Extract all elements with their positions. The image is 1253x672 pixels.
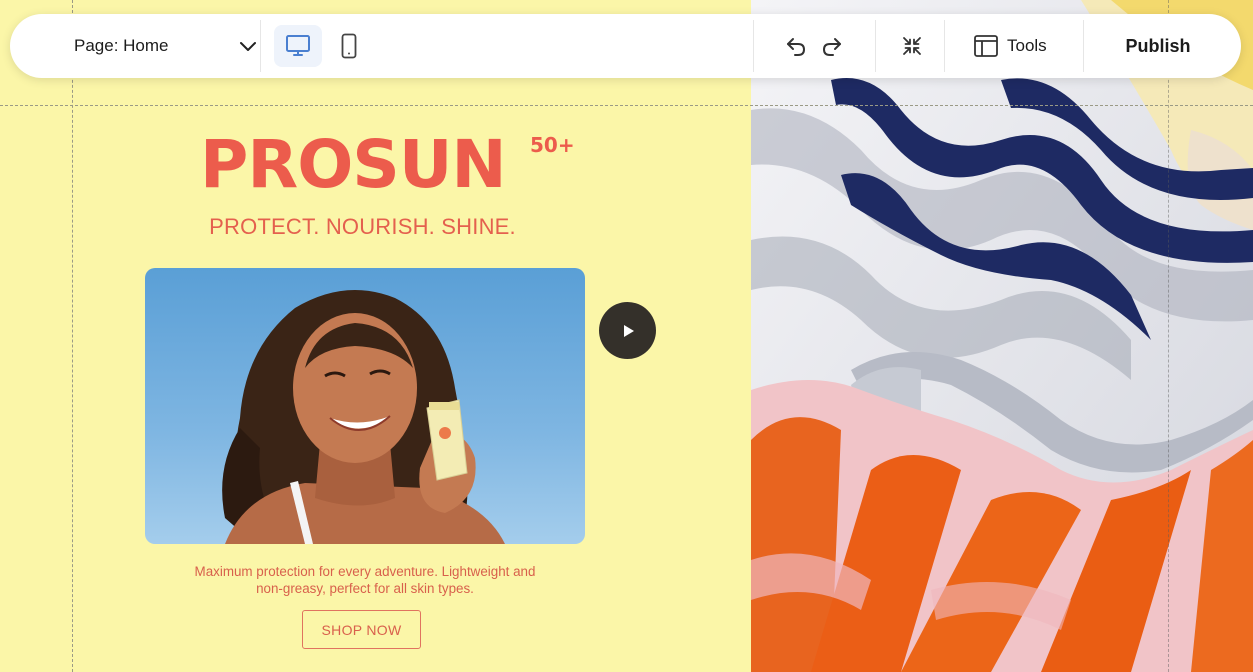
brand-spf-badge: 50+: [530, 133, 575, 157]
editor-toolbar: Page: Home Tools Publish: [10, 14, 1241, 78]
page-selector-label: Page: Home: [74, 36, 169, 55]
desktop-icon: [286, 35, 310, 56]
model-photo-illustration: [222, 290, 505, 544]
publish-button[interactable]: Publish: [1098, 26, 1218, 66]
mobile-view-button[interactable]: [325, 25, 373, 67]
panel-layout-icon: [974, 35, 998, 57]
play-video-button[interactable]: [599, 302, 656, 359]
guide-horizontal: [0, 105, 1253, 106]
brand-logo-text[interactable]: PROSUN: [200, 132, 507, 198]
undo-icon: [787, 38, 806, 56]
toolbar-divider: [875, 20, 876, 72]
mobile-icon: [341, 33, 357, 59]
hero-description[interactable]: Maximum protection for every adventure. …: [180, 563, 550, 597]
tagline[interactable]: PROTECT. NOURISH. SHINE.: [0, 214, 725, 240]
guide-vertical-left: [72, 0, 73, 672]
collapse-button[interactable]: [896, 30, 928, 62]
toolbar-divider: [260, 20, 261, 72]
toolbar-divider: [753, 20, 754, 72]
toolbar-divider: [1083, 20, 1084, 72]
shop-now-button[interactable]: SHOP NOW: [302, 610, 421, 649]
tools-label: Tools: [1007, 36, 1047, 55]
redo-icon: [822, 38, 841, 56]
hero-photo[interactable]: [145, 268, 585, 544]
play-icon: [623, 324, 634, 337]
toolbar-divider: [944, 20, 945, 72]
beach-towel-image: [751, 0, 1253, 672]
undo-button[interactable]: [780, 30, 812, 62]
page-selector[interactable]: Page: Home: [40, 14, 258, 78]
chevron-down-icon: [240, 42, 256, 51]
desktop-view-button[interactable]: [274, 25, 322, 67]
tools-button[interactable]: Tools: [973, 26, 1053, 66]
towel-illustration: [751, 0, 1253, 672]
collapse-icon: [903, 37, 921, 55]
redo-button[interactable]: [816, 30, 848, 62]
guide-vertical-right: [1168, 0, 1169, 672]
